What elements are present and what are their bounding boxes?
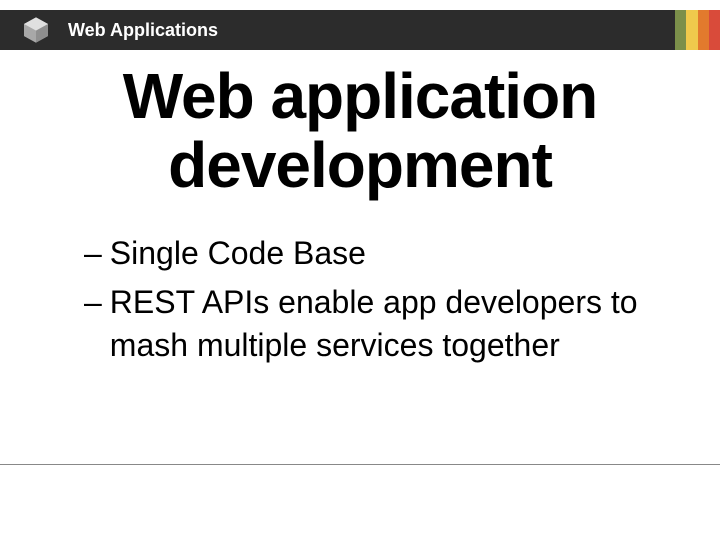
header-title: Web Applications [68, 20, 218, 41]
bullet-dash-icon: – [84, 281, 102, 367]
slide-title: Web application development [0, 62, 720, 200]
bottom-divider [0, 464, 720, 465]
bullet-dash-icon: – [84, 232, 102, 275]
header-bar: Web Applications [0, 10, 720, 50]
cube-logo-icon [18, 12, 54, 48]
bullet-item: – Single Code Base [84, 232, 664, 275]
stripe-green [675, 10, 686, 50]
stripe-orange [698, 10, 709, 50]
stripe-red [709, 10, 720, 50]
bullet-text: REST APIs enable app developers to mash … [110, 281, 664, 367]
accent-stripes [675, 10, 720, 50]
bullet-item: – REST APIs enable app developers to mas… [84, 281, 664, 367]
stripe-yellow [686, 10, 697, 50]
bullet-text: Single Code Base [110, 232, 664, 275]
bullet-list: – Single Code Base – REST APIs enable ap… [84, 232, 664, 374]
slide: Web Applications Web application develop… [0, 0, 720, 540]
